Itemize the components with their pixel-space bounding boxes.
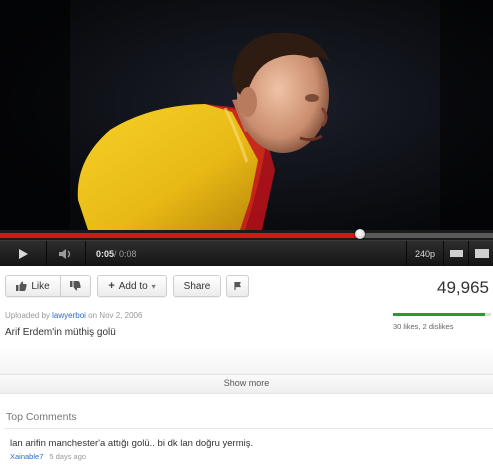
play-icon: [19, 248, 28, 259]
play-button[interactable]: [0, 241, 47, 266]
like-button[interactable]: Like: [5, 275, 61, 297]
video-player[interactable]: [0, 0, 493, 230]
player-controls: 0:05 / 0:08 240p: [0, 240, 493, 266]
seek-bar[interactable]: [0, 229, 493, 240]
fullscreen-button[interactable]: [468, 241, 493, 266]
add-to-label: Add to: [118, 280, 148, 292]
share-button[interactable]: Share: [173, 275, 221, 297]
flag-icon: [234, 282, 241, 290]
widescreen-icon: [449, 250, 463, 257]
comment-time: 5 days ago: [49, 452, 87, 461]
video-description: Arif Erdem'in müthiş golü: [5, 327, 116, 338]
like-ratio-bar: [393, 313, 491, 316]
plus-icon: +: [108, 280, 115, 292]
volume-icon: [59, 248, 71, 259]
show-more-button[interactable]: Show more: [0, 378, 493, 388]
fullscreen-icon: [474, 249, 489, 258]
like-label: Like: [31, 280, 50, 292]
video-frame-image: [0, 0, 493, 230]
flag-button[interactable]: [226, 275, 249, 297]
thumbs-down-icon: [70, 281, 81, 291]
quality-button[interactable]: 240p: [406, 241, 443, 266]
comments-divider: [4, 428, 493, 429]
uploader-link[interactable]: lawyerboi: [52, 311, 86, 320]
upload-info: Uploaded by lawyerboi on Nov 2, 2006: [5, 311, 142, 320]
likes-summary: 30 likes, 2 dislikes: [393, 322, 454, 331]
dislike-button[interactable]: [61, 275, 91, 297]
description-fade: [0, 345, 493, 375]
view-count: 49,965: [437, 278, 489, 297]
widescreen-button[interactable]: [443, 241, 468, 266]
seek-played: [0, 233, 360, 238]
duration-text: / 0:08: [114, 249, 137, 259]
duration: 0:08: [119, 248, 137, 259]
comment-meta: Xainable7 5 days ago: [10, 452, 86, 461]
thumbs-up-icon: [16, 281, 27, 291]
comment-author[interactable]: Xainable7: [10, 452, 43, 461]
volume-button[interactable]: [47, 241, 86, 266]
add-to-button[interactable]: + Add to ▾: [97, 275, 167, 297]
chevron-down-icon: ▾: [151, 281, 156, 291]
time-display: 0:05 / 0:08: [96, 241, 137, 266]
upload-date: on Nov 2, 2006: [85, 311, 143, 320]
top-comments-heading: Top Comments: [6, 411, 77, 423]
like-ratio-fill: [393, 313, 486, 316]
comment-text: lan arifin manchester'a attığı golü.. bi…: [10, 438, 254, 449]
seek-handle[interactable]: [354, 229, 365, 239]
upload-prefix: Uploaded by: [5, 311, 53, 320]
current-time: 0:05: [96, 248, 115, 259]
share-label: Share: [183, 280, 211, 292]
